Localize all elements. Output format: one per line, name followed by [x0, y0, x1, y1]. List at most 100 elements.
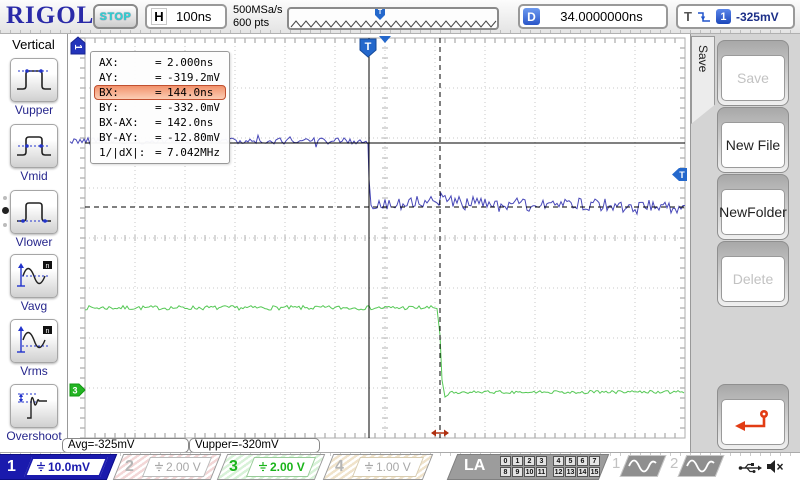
- source2-badge: [678, 455, 725, 477]
- la-label: LA: [464, 457, 485, 475]
- t-label: T: [684, 9, 692, 24]
- svg-text:T: T: [679, 170, 685, 180]
- run-state-button[interactable]: STOP: [93, 4, 138, 29]
- menu-scroll-dot: [3, 196, 7, 200]
- digital-ch-7: 7: [589, 456, 600, 466]
- return-arrow-icon: [731, 409, 775, 435]
- vlower-icon: [14, 195, 54, 227]
- top-bar: RIGOL STOP H 100ns 500MSa/s 600 pts T D …: [0, 0, 800, 34]
- cursor-row-ax: AX:=2.000ns: [96, 55, 224, 70]
- waveform-preview-bar[interactable]: T: [287, 7, 499, 30]
- vmid-icon: [14, 129, 54, 161]
- vupper-button[interactable]: [10, 58, 58, 102]
- cursor-row-bx: BX:=144.0ns: [94, 85, 226, 100]
- usb-icon: [738, 461, 762, 475]
- acquisition-info: 500MSa/s 600 pts: [233, 4, 283, 29]
- ground-coupling-icon: [154, 462, 164, 473]
- return-button[interactable]: [717, 384, 789, 450]
- cursor-measurements: AX:=2.000nsAY:=-319.2mVBX:=144.0nsBY:=-3…: [90, 51, 230, 164]
- channel1-number: 1: [7, 458, 16, 476]
- vmid-button[interactable]: [10, 124, 58, 168]
- trigger-source-badge: 1: [716, 9, 731, 24]
- svg-text:n: n: [46, 328, 50, 335]
- svg-text:3: 3: [72, 386, 77, 396]
- timebase-box[interactable]: H 100ns: [145, 4, 227, 29]
- save-menu-tab: Save: [691, 36, 715, 124]
- trigger-box[interactable]: T 1 -325mV: [676, 4, 795, 29]
- delay-value: 34.0000000ns: [540, 9, 663, 24]
- menu-scroll-dot-active: [2, 207, 9, 214]
- vavg-button[interactable]: n: [10, 254, 58, 298]
- vupper-label: Vupper: [0, 103, 68, 117]
- menu-item-vavg: n Vavg: [0, 254, 68, 313]
- vmid-label: Vmid: [0, 169, 68, 183]
- digital-ch-15: 15: [589, 467, 600, 477]
- vlower-button[interactable]: [10, 190, 58, 234]
- channel1-scale: 10.0mV: [48, 460, 90, 474]
- new-file-button-label: New File: [721, 122, 785, 168]
- logic-analyzer-badge[interactable]: LA 0123456789101112131415: [452, 454, 604, 480]
- ch1-position-marker[interactable]: 1: [71, 37, 85, 54]
- vertical-menu: Vertical Vupper Vmid: [0, 34, 68, 452]
- cursor-row-ay: AY:=-319.2mV: [96, 70, 224, 85]
- vupper-icon: [14, 63, 54, 95]
- preview-waveform: [289, 10, 497, 30]
- save-menu: Save Save New File NewFolder Delete: [690, 34, 800, 452]
- overshoot-icon: [14, 389, 54, 421]
- digital-ch-2: 2: [524, 456, 535, 466]
- rigol-logo: RIGOL: [6, 2, 94, 30]
- trigger-center-marker: [379, 36, 391, 43]
- ch3-position-marker[interactable]: 3: [70, 384, 85, 396]
- svg-text:T: T: [365, 41, 372, 53]
- digital-ch-6: 6: [577, 456, 588, 466]
- overshoot-label: Overshoot: [0, 429, 68, 443]
- d-label: D: [523, 8, 540, 25]
- digital-ch-1: 1: [512, 456, 523, 466]
- svg-text:n: n: [46, 263, 50, 270]
- delete-button[interactable]: Delete: [717, 241, 789, 307]
- menu-title: Vertical: [0, 37, 67, 52]
- ground-coupling-icon: [364, 462, 374, 473]
- new-folder-button[interactable]: NewFolder: [717, 174, 789, 240]
- falling-edge-icon: [697, 10, 711, 24]
- trigger-level-marker[interactable]: T: [672, 168, 687, 181]
- delay-box[interactable]: D 34.0000000ns: [518, 4, 668, 29]
- digital-channel-indicators: 0123456789101112131415: [500, 456, 600, 478]
- channel-status-bar: 1 10.0mV 2 2.00 V 3: [0, 452, 800, 480]
- vlower-label: Vlower: [0, 235, 68, 249]
- digital-ch-13: 13: [565, 467, 576, 477]
- channel4-badge[interactable]: 4 1.00 V: [328, 454, 428, 480]
- trigger-position-flag[interactable]: T: [360, 39, 376, 57]
- vavg-label: Vavg: [0, 299, 68, 313]
- channel3-badge[interactable]: 3 2.00 V: [222, 454, 320, 480]
- channel1-badge[interactable]: 1 10.0mV: [0, 454, 112, 480]
- channel2-badge[interactable]: 2 2.00 V: [118, 454, 216, 480]
- ch3-waveform: [85, 306, 684, 397]
- overshoot-button[interactable]: [10, 384, 58, 428]
- digital-ch-9: 9: [512, 467, 523, 477]
- digital-ch-12: 12: [553, 467, 564, 477]
- timebase-value: 100ns: [176, 9, 211, 24]
- digital-ch-11: 11: [536, 467, 547, 477]
- vrms-icon: n: [14, 324, 54, 356]
- sample-rate: 500MSa/s: [233, 4, 283, 17]
- digital-ch-10: 10: [524, 467, 535, 477]
- display-area: 1 T 3 T AX:=2.000nsA: [68, 34, 690, 452]
- memory-depth: 600 pts: [233, 17, 283, 30]
- h-label: H: [151, 8, 167, 25]
- channel2-scale: 2.00 V: [166, 460, 201, 474]
- save-button[interactable]: Save: [717, 40, 789, 106]
- channel3-scale: 2.00 V: [270, 460, 305, 474]
- digital-ch-8: 8: [500, 467, 511, 477]
- menu-item-vupper: Vupper: [0, 58, 68, 117]
- menu-item-vlower: Vlower: [0, 190, 68, 249]
- source1-indicator[interactable]: 1: [612, 455, 662, 480]
- sine-wave-icon: [625, 456, 661, 476]
- menu-item-vmid: Vmid: [0, 124, 68, 183]
- menu-item-overshoot: Overshoot: [0, 384, 68, 443]
- new-file-button[interactable]: New File: [717, 107, 789, 173]
- oscilloscope-screen: RIGOL STOP H 100ns 500MSa/s 600 pts T D …: [0, 0, 800, 480]
- source2-indicator[interactable]: 2: [670, 455, 720, 480]
- vrms-button[interactable]: n: [10, 319, 58, 363]
- digital-ch-14: 14: [577, 467, 588, 477]
